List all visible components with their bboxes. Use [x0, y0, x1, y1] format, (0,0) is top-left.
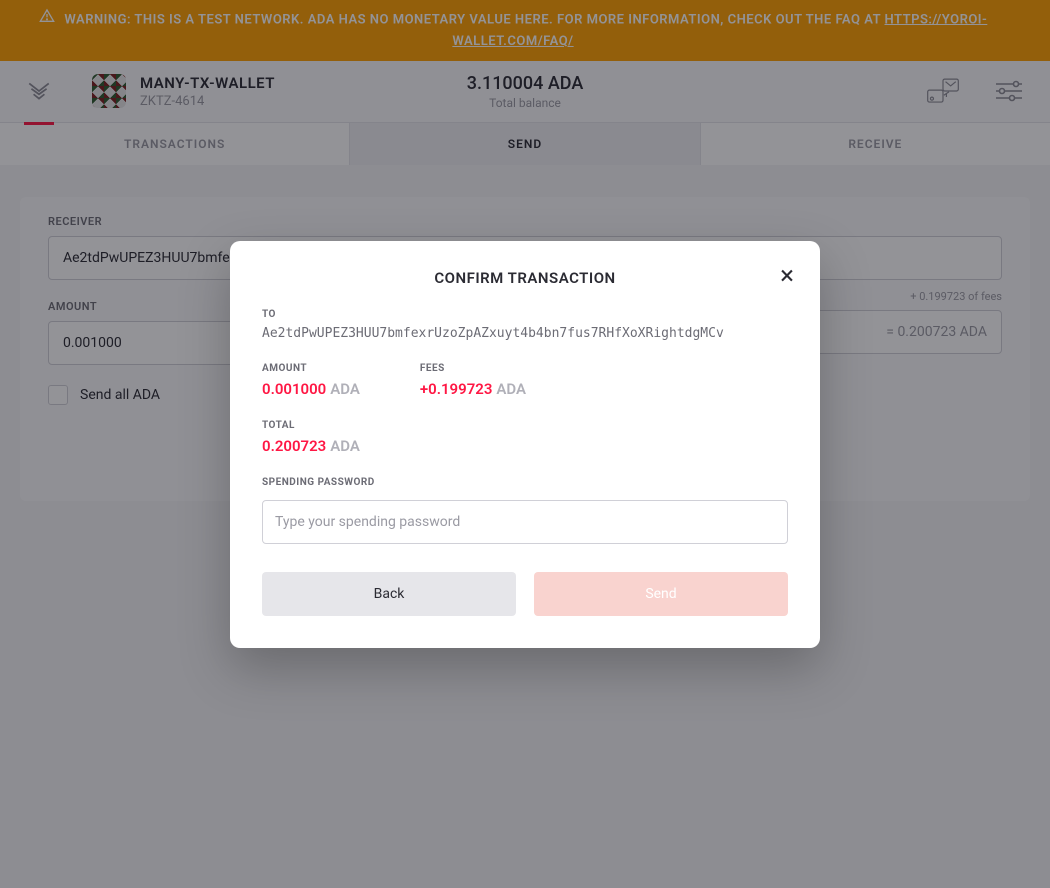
modal-amount-value: 0.001000 — [262, 380, 326, 398]
modal-total-label: TOTAL — [262, 420, 788, 431]
to-label: TO — [262, 309, 788, 320]
modal-fees-value: +0.199723 — [420, 380, 493, 398]
modal-total-unit: ADA — [330, 437, 360, 455]
send-button[interactable]: Send — [534, 572, 788, 616]
modal-overlay[interactable]: CONFIRM TRANSACTION × TO Ae2tdPwUPEZ3HUU… — [0, 0, 1050, 888]
modal-amount-label: AMOUNT — [262, 363, 360, 374]
spending-password-input[interactable] — [262, 500, 788, 544]
modal-fees-unit: ADA — [496, 380, 526, 398]
to-address: Ae2tdPwUPEZ3HUU7bmfexrUzoZpAZxuyt4b4bn7f… — [262, 326, 788, 341]
modal-total-value: 0.200723 — [262, 437, 326, 455]
modal-amount-unit: ADA — [330, 380, 360, 398]
close-icon[interactable]: × — [780, 263, 794, 289]
confirm-transaction-modal: CONFIRM TRANSACTION × TO Ae2tdPwUPEZ3HUU… — [230, 241, 820, 648]
modal-fees-label: FEES — [420, 363, 526, 374]
back-button[interactable]: Back — [262, 572, 516, 616]
spending-password-label: SPENDING PASSWORD — [262, 477, 788, 488]
modal-title: CONFIRM TRANSACTION — [262, 269, 788, 287]
